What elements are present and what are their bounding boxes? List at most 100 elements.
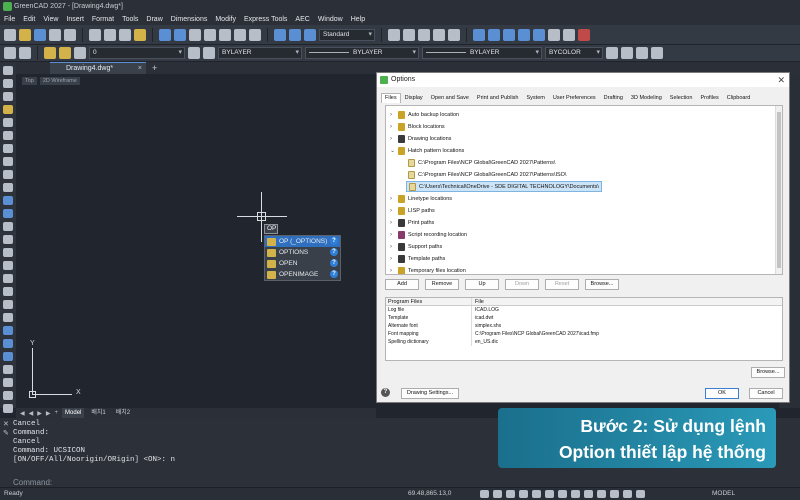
spline-icon[interactable]	[3, 170, 13, 179]
lineweight-icon[interactable]	[558, 490, 567, 498]
dynamic-input[interactable]: OP	[264, 224, 278, 234]
line-icon[interactable]	[3, 66, 13, 75]
wipeout-icon[interactable]	[3, 313, 13, 322]
down-button[interactable]: Down	[505, 279, 539, 290]
menu-window[interactable]: Window	[318, 16, 343, 23]
close-icon[interactable]: ✕ ✎	[3, 420, 9, 438]
selection-cycling-icon[interactable]	[584, 490, 593, 498]
move-icon[interactable]	[473, 28, 485, 41]
tree-item-block-locations[interactable]: › Block locations	[390, 121, 445, 132]
polyline-icon[interactable]	[403, 28, 415, 41]
tree-item-lisp[interactable]: › LISP paths	[390, 205, 435, 216]
polyline-icon[interactable]	[3, 92, 13, 101]
tab-3d-modeling[interactable]: 3D Modeling	[627, 93, 666, 103]
help-icon[interactable]: ?	[330, 270, 338, 278]
drawing-settings-button[interactable]: Drawing Settings...	[401, 388, 459, 399]
extend-icon[interactable]	[563, 28, 575, 41]
ray-icon[interactable]	[3, 79, 13, 88]
erase-icon[interactable]	[578, 28, 590, 41]
point-icon[interactable]	[3, 222, 13, 231]
ok-button[interactable]: OK	[705, 388, 739, 399]
tree-scrollbar[interactable]	[775, 106, 782, 274]
pencil-icon[interactable]	[3, 105, 13, 114]
otrack-icon[interactable]	[545, 490, 554, 498]
open-icon[interactable]	[19, 28, 31, 41]
menu-file[interactable]: File	[4, 16, 15, 23]
text-icon[interactable]	[3, 326, 13, 335]
menu-insert[interactable]: Insert	[66, 16, 84, 23]
drawing-canvas[interactable]: Top 2D Wireframe OP OP (_OPTIONS)? OPTIO…	[16, 74, 376, 408]
expand-icon[interactable]: ›	[390, 256, 396, 262]
tree-item-linetype[interactable]: › Linetype locations	[390, 193, 452, 204]
last-layout-icon[interactable]: ▶	[46, 410, 51, 417]
mtext-icon[interactable]	[289, 28, 301, 41]
tab-model[interactable]: Model	[62, 408, 85, 418]
tab-drafting[interactable]: Drafting	[600, 93, 627, 103]
tree-item-hatch-pattern[interactable]: ⌄ Hatch pattern locations	[390, 145, 464, 156]
polar-icon[interactable]	[519, 490, 528, 498]
autocomplete-item[interactable]: OPENIMAGE?	[265, 269, 340, 280]
mtext-icon[interactable]	[3, 274, 13, 283]
expand-icon[interactable]: ›	[390, 268, 396, 274]
tab-open-and-save[interactable]: Open and Save	[427, 93, 473, 103]
tab-drawing4[interactable]: Drawing4.dwg* ×	[50, 62, 146, 74]
table-row[interactable]: Alternate font simplex.shx	[386, 322, 782, 330]
text-style-combo[interactable]: Standard	[319, 28, 375, 41]
region-icon[interactable]	[3, 248, 13, 257]
layer-manager-icon[interactable]	[4, 47, 16, 59]
circle-icon[interactable]	[418, 28, 430, 41]
polygon-icon[interactable]	[3, 118, 13, 127]
menu-help[interactable]: Help	[351, 16, 365, 23]
expand-icon[interactable]: ›	[390, 244, 396, 250]
menu-tools[interactable]: Tools	[122, 16, 138, 23]
menu-draw[interactable]: Draw	[146, 16, 162, 23]
table-row[interactable]: Spelling dictionary en_US.dic	[386, 338, 782, 346]
isolate-icon[interactable]	[623, 490, 632, 498]
reset-button[interactable]: Reset	[545, 279, 579, 290]
expand-icon[interactable]: ›	[390, 112, 396, 118]
tree-item-path[interactable]: C:\Program Files\NCP Global\GreenCAD 202…	[406, 169, 566, 180]
tree-item-drawing-locations[interactable]: › Drawing locations	[390, 133, 451, 144]
plotstyle-combo[interactable]: BYCOLOR	[545, 47, 603, 59]
rotate-icon[interactable]	[488, 28, 500, 41]
print-icon[interactable]	[49, 28, 61, 41]
tree-item-path[interactable]: C:\Program Files\NCP Global\GreenCAD 202…	[406, 157, 555, 168]
render-icon[interactable]	[606, 47, 618, 59]
workspace-icon[interactable]	[610, 490, 619, 498]
make-block-icon[interactable]	[3, 209, 13, 218]
osnap-icon[interactable]	[532, 490, 541, 498]
tab-user-preferences[interactable]: User Preferences	[549, 93, 600, 103]
table-row[interactable]: Font mapping C:\Program Files\NCP Global\…	[386, 330, 782, 338]
pan-icon[interactable]	[189, 28, 201, 41]
tab-layout1[interactable]: 배치1	[88, 408, 108, 418]
gradient-icon[interactable]	[3, 352, 13, 361]
match-properties-icon[interactable]	[134, 28, 146, 41]
add-layout-icon[interactable]: +	[55, 410, 59, 416]
model-space-toggle[interactable]: MODEL	[712, 488, 735, 500]
arc-icon[interactable]	[3, 144, 13, 153]
ortho-icon[interactable]	[506, 490, 515, 498]
undo-icon[interactable]	[159, 28, 171, 41]
transparency-icon[interactable]	[571, 490, 580, 498]
tree-item-template-paths[interactable]: › Template paths	[390, 253, 445, 264]
layer-state-icon[interactable]	[203, 47, 215, 59]
expand-icon[interactable]: ›	[390, 220, 396, 226]
layer-freeze-icon[interactable]	[59, 47, 71, 59]
snap-icon[interactable]	[480, 490, 489, 498]
cancel-button[interactable]: Cancel	[749, 388, 783, 399]
material-icon[interactable]	[621, 47, 633, 59]
remove-button[interactable]: Remove	[425, 279, 459, 290]
table-row[interactable]: Log file ICAD.LOG	[386, 306, 782, 314]
expand-icon[interactable]: ›	[390, 196, 396, 202]
light-icon[interactable]	[636, 47, 648, 59]
view-label[interactable]: Top	[22, 77, 37, 85]
tree-item-path-selected[interactable]: C:\Users\Technical\OneDrive - SDE DIGITA…	[406, 181, 602, 192]
zoom-extents-icon[interactable]	[249, 28, 261, 41]
trim-icon[interactable]	[548, 28, 560, 41]
zoom-icon[interactable]	[204, 28, 216, 41]
color-combo[interactable]: BYLAYER	[218, 47, 302, 59]
browse-file-button[interactable]: Browse...	[751, 367, 785, 378]
lineweight-combo[interactable]: BYLAYER	[422, 47, 542, 59]
copy-icon[interactable]	[104, 28, 116, 41]
table-row[interactable]: Template icad.dwt	[386, 314, 782, 322]
